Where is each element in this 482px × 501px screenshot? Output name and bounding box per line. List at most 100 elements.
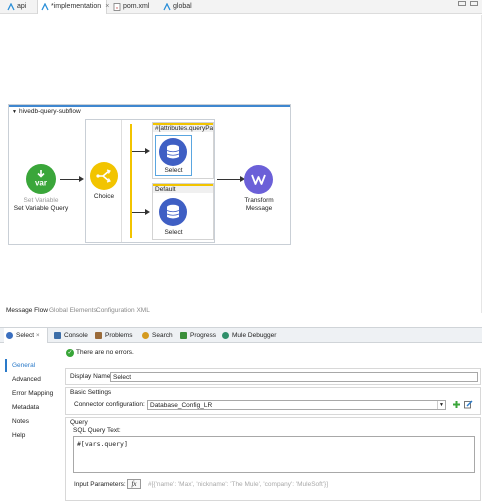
transform-message-node[interactable] xyxy=(244,165,273,194)
transform-label-line1: Transform xyxy=(244,197,274,204)
route-arrow xyxy=(132,151,146,152)
transform-label-line2: Message xyxy=(245,205,273,212)
select-label: Select xyxy=(164,229,183,236)
nav-advanced[interactable]: Advanced xyxy=(5,373,60,386)
problems-icon xyxy=(95,332,102,339)
tab-label: Select xyxy=(16,332,35,339)
subflow-name: hivedb-query-subflow xyxy=(18,108,81,115)
mule-icon xyxy=(41,3,49,11)
choice-bar xyxy=(130,124,132,238)
when-condition[interactable]: #[attributes.queryPara... xyxy=(153,123,213,132)
tab-global[interactable]: global xyxy=(160,0,192,14)
tab-implementation[interactable]: *implementation × xyxy=(37,0,109,14)
arrow-head-icon xyxy=(145,148,150,154)
progress-icon xyxy=(180,332,187,339)
tab-label: *implementation xyxy=(51,3,102,10)
debugger-icon xyxy=(222,332,229,339)
add-config-icon[interactable] xyxy=(452,400,461,409)
close-icon[interactable]: × xyxy=(105,3,109,10)
tab-api[interactable]: api xyxy=(4,0,26,14)
tab-select-properties[interactable]: Select × xyxy=(4,328,48,343)
check-icon: ✓ xyxy=(66,349,74,357)
view-tab-bar: Select × Console Problems Search Progres… xyxy=(0,327,482,343)
editor-sub-tabs: Message Flow Global Elements Configurati… xyxy=(0,305,482,317)
mule-icon xyxy=(7,3,15,11)
sql-query-text[interactable]: #[vars.query] xyxy=(73,436,475,473)
mule-icon xyxy=(163,3,171,11)
tab-mule-debugger[interactable]: Mule Debugger xyxy=(220,328,276,343)
close-icon[interactable]: × xyxy=(36,332,40,339)
flow-arrow xyxy=(60,179,80,180)
flow-canvas[interactable]: ▼ hivedb-query-subflow var Set Variable S… xyxy=(0,15,482,313)
tab-message-flow[interactable]: Message Flow xyxy=(6,305,48,317)
when-route[interactable]: #[attributes.queryPara... Select xyxy=(152,122,214,179)
nav-help[interactable]: Help xyxy=(5,429,60,442)
arrow-head-icon xyxy=(79,176,84,182)
collapse-triangle-icon[interactable]: ▼ xyxy=(12,109,17,115)
tab-label: api xyxy=(17,3,27,10)
nav-error-mapping[interactable]: Error Mapping xyxy=(5,387,60,400)
query-section: Query SQL Query Text: #[vars.query] Inpu… xyxy=(65,417,481,501)
dataweave-icon xyxy=(251,174,266,185)
choice-scope[interactable]: Choice #[attributes.queryPara... Select xyxy=(85,119,215,243)
select-node[interactable] xyxy=(159,198,187,226)
tab-console[interactable]: Console xyxy=(52,328,88,343)
connector-config-label: Connector configuration: xyxy=(74,401,145,408)
tab-problems[interactable]: Problems xyxy=(93,328,132,343)
choice-router[interactable]: Choice xyxy=(86,120,122,242)
tab-label: Problems xyxy=(105,332,133,339)
display-name-section: Display Name: Select xyxy=(65,368,481,385)
status-text: There are no errors. xyxy=(76,349,134,356)
select-label: Select xyxy=(164,167,183,174)
choice-node[interactable] xyxy=(90,162,118,190)
tab-label: Mule Debugger xyxy=(232,332,277,339)
input-parameters-field[interactable]: #[{'name': 'Max', 'nickname': 'The Mule'… xyxy=(148,481,468,488)
subflow-container[interactable]: ▼ hivedb-query-subflow var Set Variable S… xyxy=(8,104,291,245)
choice-label: Choice xyxy=(93,193,115,200)
tab-label: global xyxy=(173,3,192,10)
edit-config-icon[interactable] xyxy=(464,400,473,409)
svg-text:var: var xyxy=(35,179,47,188)
set-variable-icon: var xyxy=(35,170,47,188)
properties-form: Display Name: Select Basic Settings Conn… xyxy=(65,365,482,501)
svg-text:x: x xyxy=(116,5,118,10)
display-name-input[interactable]: Select xyxy=(110,372,478,382)
default-condition[interactable]: Default xyxy=(153,184,213,193)
query-title: Query xyxy=(70,419,88,426)
input-parameters-label: Input Parameters: xyxy=(74,481,126,488)
properties-icon xyxy=(6,332,13,339)
chevron-down-icon[interactable]: ▼ xyxy=(437,401,445,409)
nav-general[interactable]: General xyxy=(5,359,60,372)
tab-label: Progress xyxy=(190,332,217,339)
arrow-head-icon xyxy=(145,209,150,215)
subflow-header[interactable]: ▼ hivedb-query-subflow xyxy=(9,105,290,115)
nav-metadata[interactable]: Metadata xyxy=(5,401,60,414)
basic-settings-title: Basic Settings xyxy=(70,389,112,396)
basic-settings-section: Basic Settings Connector configuration: … xyxy=(65,387,481,415)
nav-notes[interactable]: Notes xyxy=(5,415,60,428)
fx-toggle-button[interactable]: fx xyxy=(127,479,141,489)
maximize-icon[interactable] xyxy=(470,1,478,6)
tab-progress[interactable]: Progress xyxy=(178,328,216,343)
xml-file-icon: x xyxy=(113,3,121,11)
database-icon xyxy=(166,204,180,219)
choice-router-icon xyxy=(96,169,111,183)
tab-configuration-xml[interactable]: Configuration XML xyxy=(96,305,150,317)
tab-pom-xml[interactable]: x pom.xml xyxy=(110,0,149,14)
tab-search[interactable]: Search xyxy=(140,328,173,343)
editor-tab-bar: api *implementation × x pom.xml global xyxy=(0,0,482,14)
select-node[interactable] xyxy=(159,138,187,166)
tab-label: Console xyxy=(64,332,88,339)
default-route[interactable]: Default Select xyxy=(152,183,214,240)
console-icon xyxy=(54,332,61,339)
set-variable-name: Set Variable Query xyxy=(13,205,69,212)
set-variable-node[interactable]: var xyxy=(26,164,56,194)
sql-query-label: SQL Query Text: xyxy=(73,427,121,434)
validation-status: ✓ There are no errors. xyxy=(66,349,134,357)
connector-config-value: Database_Config_LR xyxy=(150,402,213,409)
connector-config-select[interactable]: Database_Config_LR ▼ xyxy=(147,400,446,410)
display-name-label: Display Name: xyxy=(70,373,113,380)
properties-side-nav: General Advanced Error Mapping Metadata … xyxy=(5,359,60,501)
minimize-icon[interactable] xyxy=(458,1,466,6)
tab-global-elements[interactable]: Global Elements xyxy=(49,305,97,317)
